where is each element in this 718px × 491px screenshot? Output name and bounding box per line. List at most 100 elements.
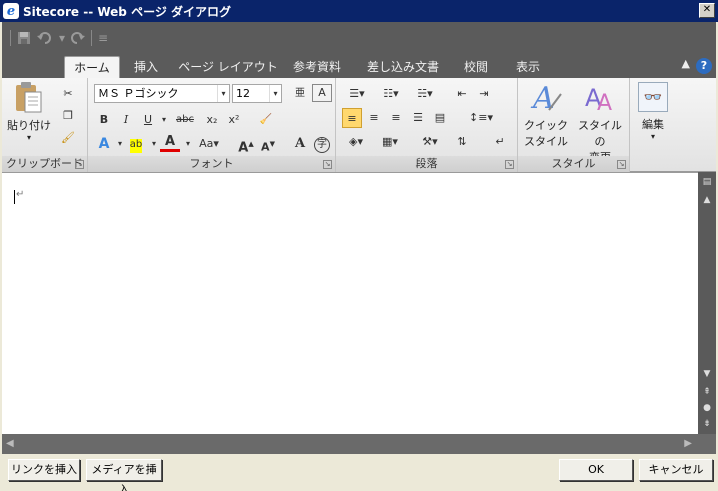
insert-link-button[interactable]: リンクを挿入 — [8, 459, 80, 481]
save-icon[interactable] — [17, 31, 31, 45]
char-shading-icon[interactable]: A — [290, 134, 310, 154]
font-name-dropdown-icon[interactable]: ▾ — [217, 85, 229, 102]
scroll-right-icon[interactable]: ▶ — [684, 438, 692, 449]
undo-dropdown-icon[interactable]: ▾ — [59, 31, 65, 45]
font-group: ＭＳ Ｐゴシック ▾ 12 ▾ 亜 A B I U ▾ abc x₂ x² 🧹 … — [88, 78, 336, 172]
tab-references[interactable]: 参考資料 — [286, 56, 348, 78]
cut-icon[interactable]: ✂ — [58, 84, 78, 104]
decrease-indent-icon[interactable]: ⇤ — [452, 84, 472, 104]
scroll-up-icon[interactable]: ▲ — [701, 194, 713, 206]
font-name-combo[interactable]: ＭＳ Ｐゴシック ▾ — [94, 84, 230, 103]
paste-icon — [16, 82, 42, 113]
paste-button[interactable]: 貼り付け ▾ — [6, 80, 52, 144]
copy-icon[interactable]: ❐ — [58, 106, 78, 126]
styles-group: A クイック スタイル AA スタイルの 変更 スタイル ↘ — [518, 78, 630, 172]
customize-qat-icon[interactable]: ≡ — [98, 31, 108, 45]
increase-indent-icon[interactable]: ⇥ — [474, 84, 494, 104]
font-launcher-icon[interactable]: ↘ — [323, 160, 332, 169]
prev-page-icon[interactable]: ⇞ — [701, 386, 713, 398]
ribbon-tabs: ホーム 挿入 ページ レイアウト 参考資料 差し込み文書 校閲 表示 ▲ ? — [2, 54, 716, 78]
tab-view[interactable]: 表示 — [508, 56, 548, 78]
char-border-icon[interactable]: A — [312, 84, 332, 102]
highlight-icon[interactable]: ab — [126, 134, 146, 154]
horizontal-scrollbar[interactable]: ◀ ▶ — [2, 434, 698, 454]
change-styles-icon: AA — [585, 84, 612, 116]
clipboard-launcher-icon[interactable]: ↘ — [75, 160, 84, 169]
svg-text:A: A — [530, 81, 555, 114]
editing-dropdown-icon: ▾ — [650, 132, 655, 141]
tab-review[interactable]: 校閲 — [456, 56, 496, 78]
insert-media-button[interactable]: メディアを挿入 — [86, 459, 162, 491]
paragraph-launcher-icon[interactable]: ↘ — [505, 160, 514, 169]
paste-label: 貼り付け — [7, 119, 51, 132]
ie-icon: e — [3, 3, 19, 19]
window-title: Sitecore -- Web ページ ダイアログ — [23, 4, 232, 19]
editing-button[interactable]: 👓 編集 ▾ — [636, 82, 670, 152]
ribbon-panel: 貼り付け ▾ ✂ ❐ 🖌 クリップボード ↘ ＭＳ Ｐゴシック ▾ 12 ▾ 亜… — [2, 78, 716, 172]
enclose-char-icon[interactable]: 字 — [312, 134, 332, 154]
align-right-icon[interactable]: ≡ — [386, 108, 406, 128]
font-color-icon[interactable]: A — [160, 134, 180, 152]
styles-launcher-icon[interactable]: ↘ — [617, 160, 626, 169]
italic-icon[interactable]: I — [116, 110, 136, 130]
ok-button[interactable]: OK — [559, 459, 633, 481]
editing-group: 👓 編集 ▾ — [630, 78, 716, 172]
editing-label: 編集 — [642, 118, 664, 131]
superscript-icon[interactable]: x² — [224, 110, 244, 130]
justify-icon[interactable]: ☰ — [408, 108, 428, 128]
svg-text:A: A — [597, 91, 612, 114]
subscript-icon[interactable]: x₂ — [202, 110, 222, 130]
browse-object-icon[interactable]: ● — [701, 402, 713, 414]
clear-formatting-icon[interactable]: 🧹 — [256, 110, 276, 130]
bullets-icon[interactable]: ☰▾ — [342, 84, 372, 104]
quick-styles-button[interactable]: A クイック スタイル — [522, 80, 570, 150]
shading-icon[interactable]: ◈▾ — [342, 132, 370, 152]
binoculars-icon: 👓 — [638, 82, 668, 112]
scroll-left-icon[interactable]: ◀ — [6, 438, 14, 449]
document-editor[interactable]: ↵ — [2, 172, 698, 434]
change-case-icon[interactable]: Aa▾ — [196, 134, 222, 154]
format-painter-icon[interactable]: 🖌 — [58, 128, 78, 148]
paste-dropdown-icon: ▾ — [26, 133, 31, 142]
multilevel-list-icon[interactable]: ☵▾ — [410, 84, 440, 104]
tab-page-layout[interactable]: ページ レイアウト — [178, 56, 278, 78]
font-color-dropdown-icon[interactable]: ▾ — [178, 134, 198, 154]
shrink-font-icon[interactable]: A▼ — [258, 134, 278, 154]
numbering-icon[interactable]: ☷▾ — [376, 84, 406, 104]
help-icon[interactable]: ? — [696, 58, 712, 74]
font-size-dropdown-icon[interactable]: ▾ — [269, 85, 281, 102]
underline-dropdown-icon[interactable]: ▾ — [154, 110, 174, 130]
sort-icon[interactable]: ⇅ — [452, 132, 472, 152]
tab-home[interactable]: ホーム — [64, 56, 120, 78]
close-button[interactable]: ✕ — [699, 3, 715, 18]
font-name-value: ＭＳ Ｐゴシック — [98, 87, 179, 100]
scroll-down-icon[interactable]: ▼ — [701, 368, 713, 380]
clipboard-group: 貼り付け ▾ ✂ ❐ 🖌 クリップボード ↘ — [2, 78, 88, 172]
tab-mailings[interactable]: 差し込み文書 — [360, 56, 446, 78]
undo-icon[interactable] — [37, 31, 53, 45]
align-center-icon[interactable]: ≡ — [364, 108, 384, 128]
phonetic-guide-icon[interactable]: 亜 — [290, 84, 310, 104]
quick-styles-label-line2: スタイル — [524, 135, 568, 148]
redo-icon[interactable] — [71, 31, 86, 45]
show-marks-icon[interactable]: ↵ — [490, 132, 510, 152]
change-styles-button[interactable]: AA スタイルの 変更 — [574, 80, 626, 164]
styles-group-label: スタイル — [518, 156, 629, 172]
line-spacing-icon[interactable]: ↕≡▾ — [466, 108, 496, 128]
ribbon-collapse-icon[interactable]: ▲ — [682, 57, 690, 70]
distributed-icon[interactable]: ▤ — [430, 108, 450, 128]
strikethrough-icon[interactable]: abc — [172, 110, 198, 130]
paragraph-group: ☰▾ ☷▾ ☵▾ ⇤ ⇥ ≡ ≡ ≡ ☰ ▤ ↕≡▾ ◈▾ ▦▾ ⚒▾ ⇅ ↵ … — [336, 78, 518, 172]
borders-icon[interactable]: ▦▾ — [376, 132, 404, 152]
bold-icon[interactable]: B — [94, 110, 114, 130]
asian-layout-icon[interactable]: ⚒▾ — [416, 132, 444, 152]
font-size-combo[interactable]: 12 ▾ — [232, 84, 282, 103]
tab-insert[interactable]: 挿入 — [126, 56, 166, 78]
next-page-icon[interactable]: ⇟ — [701, 418, 713, 430]
font-group-label: フォント — [88, 156, 335, 172]
vertical-scrollbar[interactable]: ▤ ▲ ▼ ⇞ ● ⇟ — [698, 172, 716, 434]
align-left-icon[interactable]: ≡ — [342, 108, 362, 128]
grow-font-icon[interactable]: A▲ — [236, 134, 256, 155]
cancel-button[interactable]: キャンセル — [639, 459, 713, 481]
ruler-toggle-icon[interactable]: ▤ — [701, 176, 713, 188]
